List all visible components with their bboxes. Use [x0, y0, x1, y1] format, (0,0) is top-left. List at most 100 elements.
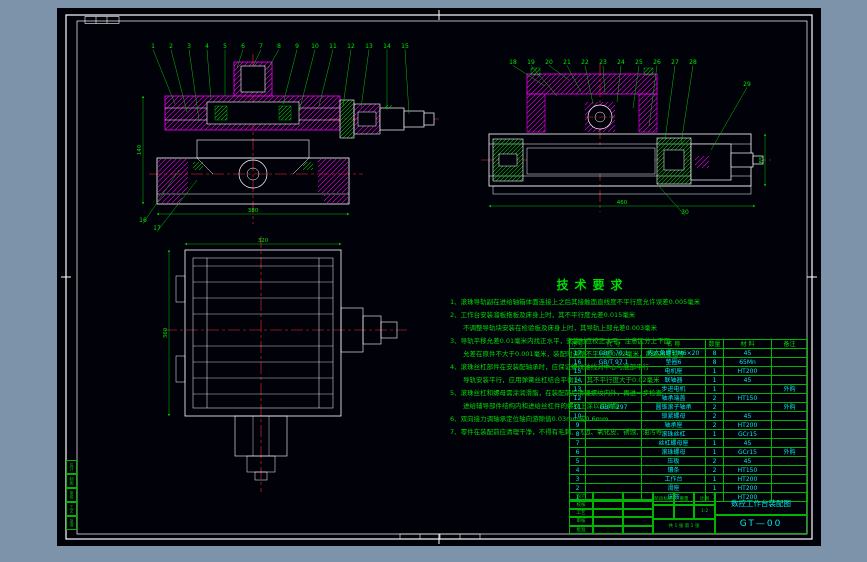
bom-cell: HT200	[723, 366, 772, 376]
bom-cell: 1	[705, 375, 724, 385]
margin-signature-cell: 设计	[66, 460, 77, 474]
bom-cell: 65Mn	[723, 357, 772, 367]
top-left-mark	[84, 16, 120, 24]
bom-row: 11 GB/T 297 圆锥滚子轴承 2 外购	[569, 402, 808, 412]
sign-blank	[593, 525, 623, 535]
bom-cell	[585, 447, 642, 457]
bom-cell: 45	[723, 348, 772, 358]
sign-row: 校核	[569, 500, 653, 509]
bom-row: 16 GB/T 97.1 垫圈6 8 65Mn	[569, 357, 808, 367]
sign-blank	[593, 517, 623, 526]
bom-cell: GCr15	[723, 447, 772, 457]
bom-cell: GB/T 297	[585, 402, 642, 412]
side-view	[481, 64, 771, 212]
weight-label: 重量	[673, 492, 695, 506]
sign-row: 批准	[569, 525, 653, 535]
sign-label: 工艺	[569, 508, 593, 518]
bom-cell: 1	[705, 384, 724, 394]
sign-blank	[623, 500, 653, 509]
bom-cell	[771, 375, 808, 385]
dimension-text: 85	[759, 156, 765, 163]
bom-cell: 滚珠螺母	[641, 447, 706, 457]
balloon-22: 22	[581, 59, 589, 66]
bom-cell: 7	[569, 438, 586, 448]
bom-cell	[585, 438, 642, 448]
title-block-signatures: 设计 校核 工艺 审核 批准	[569, 492, 653, 535]
sign-blank	[593, 508, 623, 518]
balloon-10: 10	[311, 43, 319, 50]
balloon-13: 13	[365, 43, 373, 50]
bom-cell: GB/T 97.1	[585, 357, 642, 367]
bom-cell: 1	[705, 447, 724, 457]
bom-cell: 2	[705, 411, 724, 421]
dimension-text: 460	[617, 200, 628, 206]
bom-cell: 镶条	[641, 465, 706, 475]
bom-cell: 8	[705, 357, 724, 367]
bom-cell	[771, 474, 808, 484]
bom-cell: 锁紧螺母	[641, 411, 706, 421]
sign-blank	[593, 492, 623, 501]
balloon-30: 30	[681, 209, 689, 216]
bom-cell: 10	[569, 411, 586, 421]
drawing-sheet: 1 2 3 4 5 6 7 8 9 10 11 12 13 14 15 16 17 18 19 20 21 22 23 24…	[57, 8, 821, 546]
bom-cell	[723, 402, 772, 412]
bom-cell	[771, 438, 808, 448]
margin-signature-cell: 工艺	[66, 502, 77, 516]
bom-header: 备注	[771, 339, 808, 349]
bom-cell	[585, 393, 642, 403]
balloon-7: 7	[259, 43, 263, 50]
bom-cell: 17	[569, 348, 586, 358]
bom-cell: 内六角螺钉M6×20	[641, 348, 706, 358]
sign-label: 校核	[569, 500, 593, 509]
bom-cell	[585, 456, 642, 466]
bom-cell: GCr15	[723, 429, 772, 439]
bom-cell: 2	[705, 402, 724, 412]
bom-cell: 滚珠丝杠	[641, 429, 706, 439]
balloon-2: 2	[169, 43, 173, 50]
balloon-21: 21	[563, 59, 571, 66]
balloon-20: 20	[545, 59, 553, 66]
bom-cell: HT200	[723, 474, 772, 484]
balloon-8: 8	[277, 43, 281, 50]
bom-cell: 1	[705, 429, 724, 439]
tech-requirement-line: 不调整导轨块安装在检验板及床身上时，其导轨上部允差0.003毫米	[450, 324, 658, 332]
bom-cell: 4	[569, 465, 586, 475]
bottom-center-cells	[399, 533, 481, 540]
bom-cell: 1	[705, 474, 724, 484]
bom-cell: 8	[569, 429, 586, 439]
signature-strip: 设计 制图 审核 工艺 批准	[66, 460, 77, 530]
title-block: 设计 校核 工艺 审核 批准 阶段标记 重量 比例 1:2 共 1 张 第 1 张 数控…	[569, 492, 807, 535]
bom-cell: GB/T 70.1	[585, 348, 642, 358]
bom-row: 3 工作台 1 HT200	[569, 474, 808, 484]
bom-row: 10 锁紧螺母 2 45	[569, 411, 808, 421]
bom-cell: HT150	[723, 465, 772, 475]
bom-cell: 联轴器	[641, 375, 706, 385]
bom-cell	[771, 420, 808, 430]
bom-cell	[771, 465, 808, 475]
bom-cell: 垫圈6	[641, 357, 706, 367]
bom-row: 5 压板 2 45	[569, 456, 808, 466]
bom-row: 17 GB/T 70.1 内六角螺钉M6×20 8 45	[569, 348, 808, 358]
bom-header: 材 料	[723, 339, 772, 349]
balloon-15: 15	[401, 43, 409, 50]
bom-cell	[585, 375, 642, 385]
title-block-name-area: 数控工作台装配图 GT—00	[715, 492, 807, 534]
bom-cell: 9	[569, 420, 586, 430]
balloon-24: 24	[617, 59, 625, 66]
bom-cell	[771, 411, 808, 421]
bom-cell: 6	[569, 447, 586, 457]
bom-cell: 2	[705, 465, 724, 475]
margin-signature-cell: 审核	[66, 488, 77, 502]
bom-row: 9 轴承座 2 HT200	[569, 420, 808, 430]
balloon-23: 23	[599, 59, 607, 66]
bom-cell	[771, 429, 808, 439]
balloon-3: 3	[187, 43, 191, 50]
bom-row: 8 滚珠丝杠 1 GCr15	[569, 429, 808, 439]
bom-header: 代 号	[585, 339, 642, 349]
bom-cell: 16	[569, 357, 586, 367]
bom-cell: 1	[705, 438, 724, 448]
weight-value	[673, 505, 695, 519]
bom-cell: 2	[705, 456, 724, 466]
bom-header: 序号	[569, 339, 586, 349]
bom-cell	[585, 429, 642, 439]
